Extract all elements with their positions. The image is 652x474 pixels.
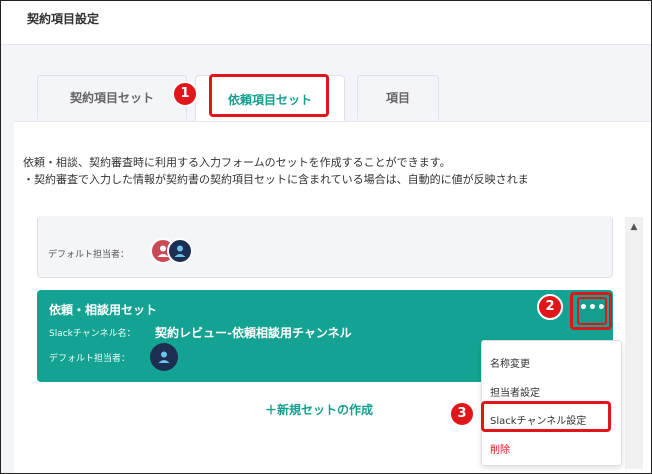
person-icon: [150, 343, 178, 371]
app-window: 契約項目設定 契約項目セット 依頼項目セット 項目 依頼・相談、契約審査時に利用…: [0, 0, 652, 474]
highlight-tab: [209, 74, 329, 117]
description-line-2: ・契約審査で入力した情報が契約書の契約項目セットに含まれている場合は、自動的に値…: [23, 173, 529, 186]
step-badge: 3: [449, 401, 475, 427]
page-header: 契約項目設定: [1, 1, 651, 45]
step-badge: 2: [537, 294, 563, 320]
page-title: 契約項目設定: [27, 12, 100, 26]
set-name: 依頼・相談用セット: [49, 303, 158, 317]
arrow-up-icon[interactable]: ▲: [625, 221, 643, 233]
create-new-set-link[interactable]: ＋新規セットの作成: [265, 401, 373, 418]
scrollbar[interactable]: ▲: [625, 217, 643, 469]
description: 依頼・相談、契約審査時に利用する入力フォームのセットを作成することができます。 …: [23, 154, 651, 188]
highlight-more-button: [570, 292, 612, 330]
description-line-1: 依頼・相談、契約審査時に利用する入力フォームのセットを作成することができます。: [23, 156, 451, 169]
default-assignee-label: デフォルト担当者：: [48, 250, 130, 260]
highlight-slack-menu-item: [481, 401, 611, 432]
default-assignee-label: デフォルト担当者：: [49, 354, 131, 364]
tab-items[interactable]: 項目: [357, 75, 439, 119]
menu-item-delete[interactable]: 削除: [490, 441, 510, 456]
tab-contract-item-set[interactable]: 契約項目セット: [37, 75, 187, 119]
slack-channel-label: Slackチャンネル名：: [49, 329, 136, 339]
slack-channel-value: 契約レビュー-依頼相談用チャンネル: [155, 326, 352, 340]
menu-item-rename[interactable]: 名称変更: [490, 355, 530, 370]
set-card[interactable]: デフォルト担当者：: [37, 216, 613, 278]
person-icon: [167, 238, 193, 264]
step-badge: 1: [172, 81, 198, 107]
menu-item-assignee-settings[interactable]: 担当者設定: [490, 384, 540, 399]
